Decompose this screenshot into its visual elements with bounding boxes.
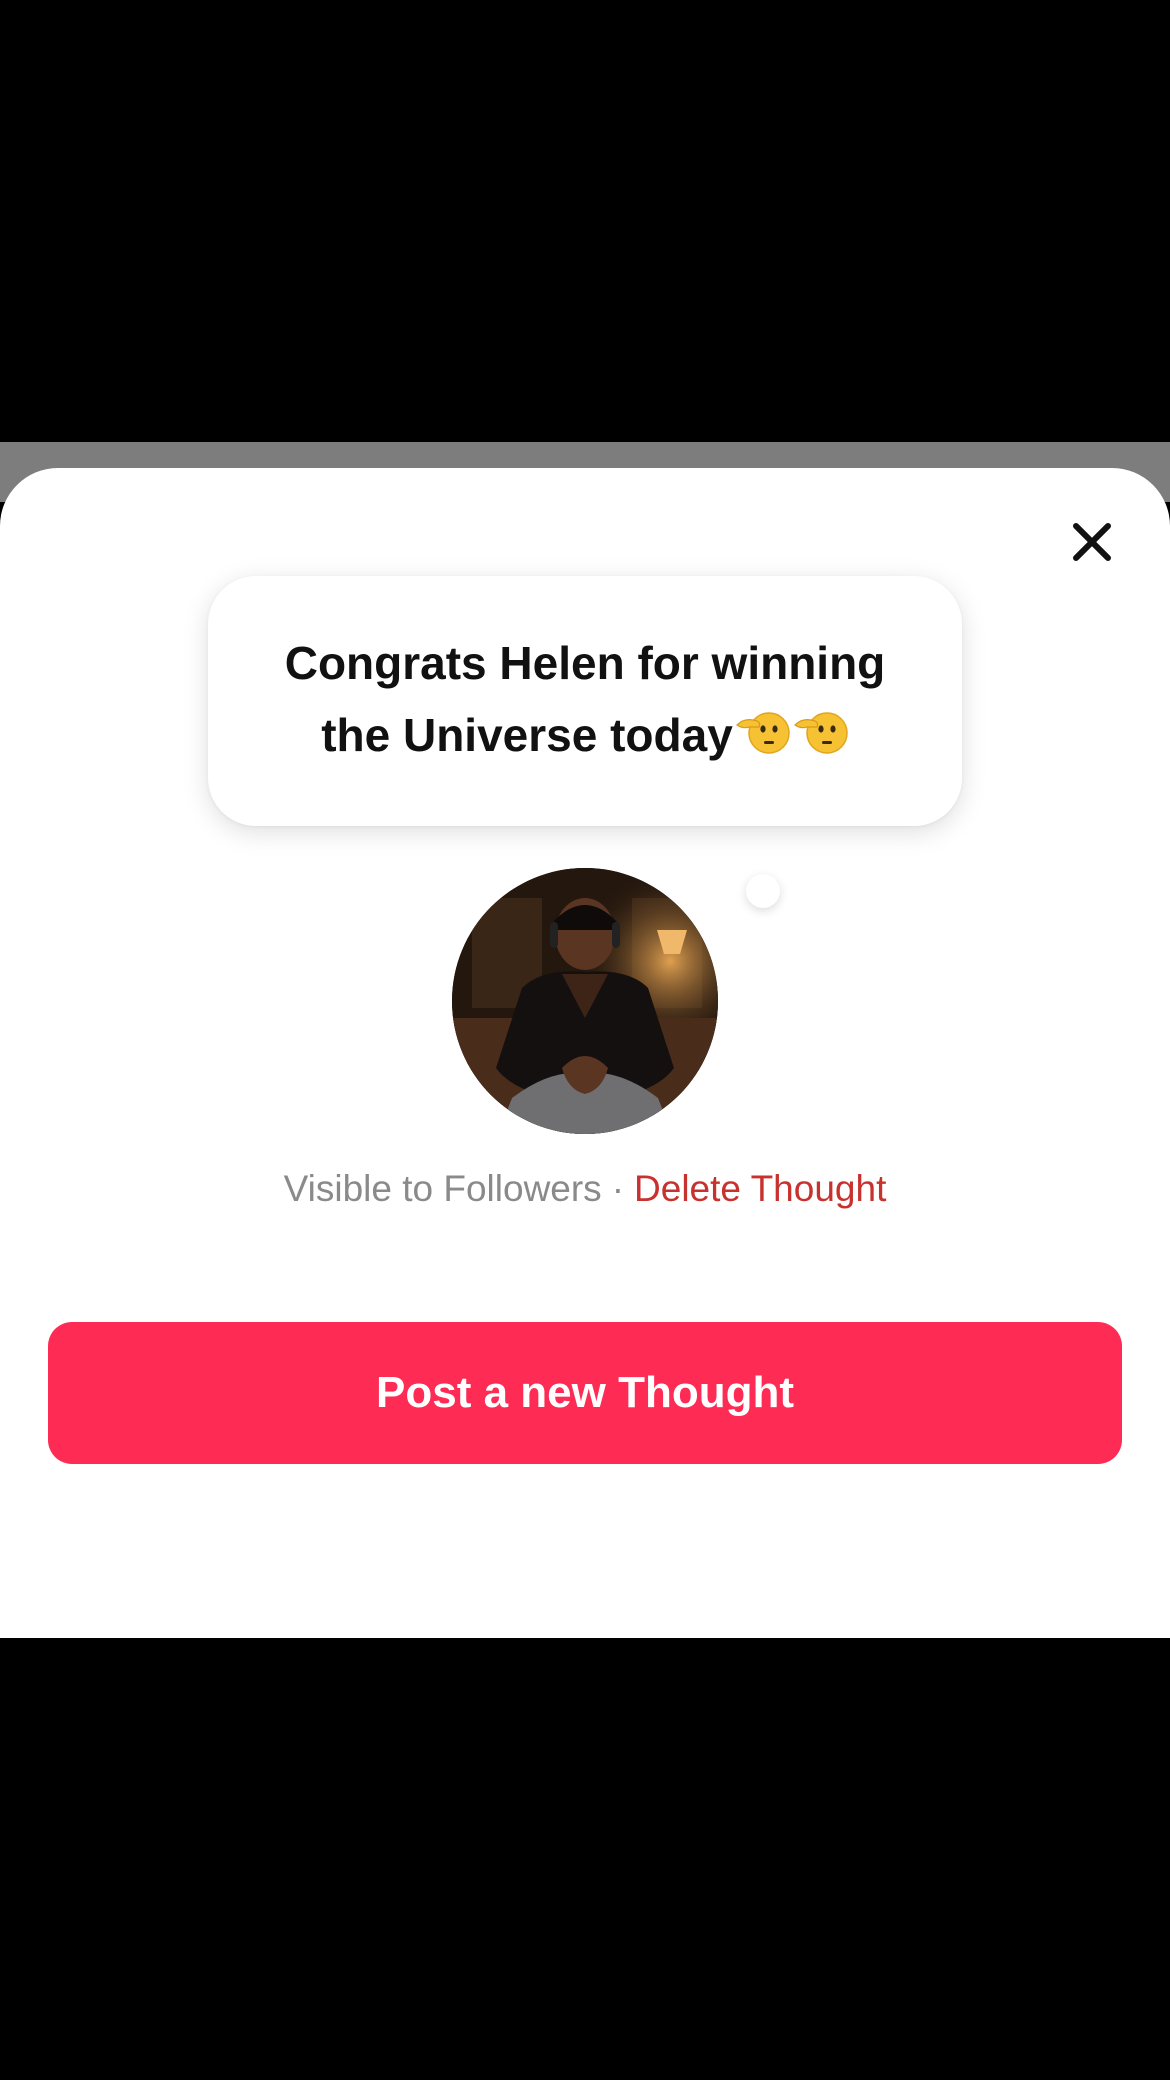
thought-bubble-dot [746,874,780,908]
thought-bubble[interactable]: Congrats Helen for winning the Universe … [208,576,962,826]
delete-thought-link[interactable]: Delete Thought [634,1168,886,1209]
thought-text-container: Congrats Helen for winning the Universe … [245,627,925,771]
separator-dot: · [611,1168,625,1209]
visibility-row: Visible to Followers · Delete Thought [0,1164,1170,1214]
pointing-face-emoji-icon [793,703,849,759]
pointing-face-emoji-icon [735,703,791,759]
post-new-thought-button[interactable]: Post a new Thought [48,1322,1122,1464]
visibility-label: Visible to Followers [283,1168,602,1209]
screen: Congrats Helen for winning the Universe … [0,0,1170,2080]
close-icon[interactable] [1066,516,1118,568]
avatar[interactable] [452,868,718,1134]
